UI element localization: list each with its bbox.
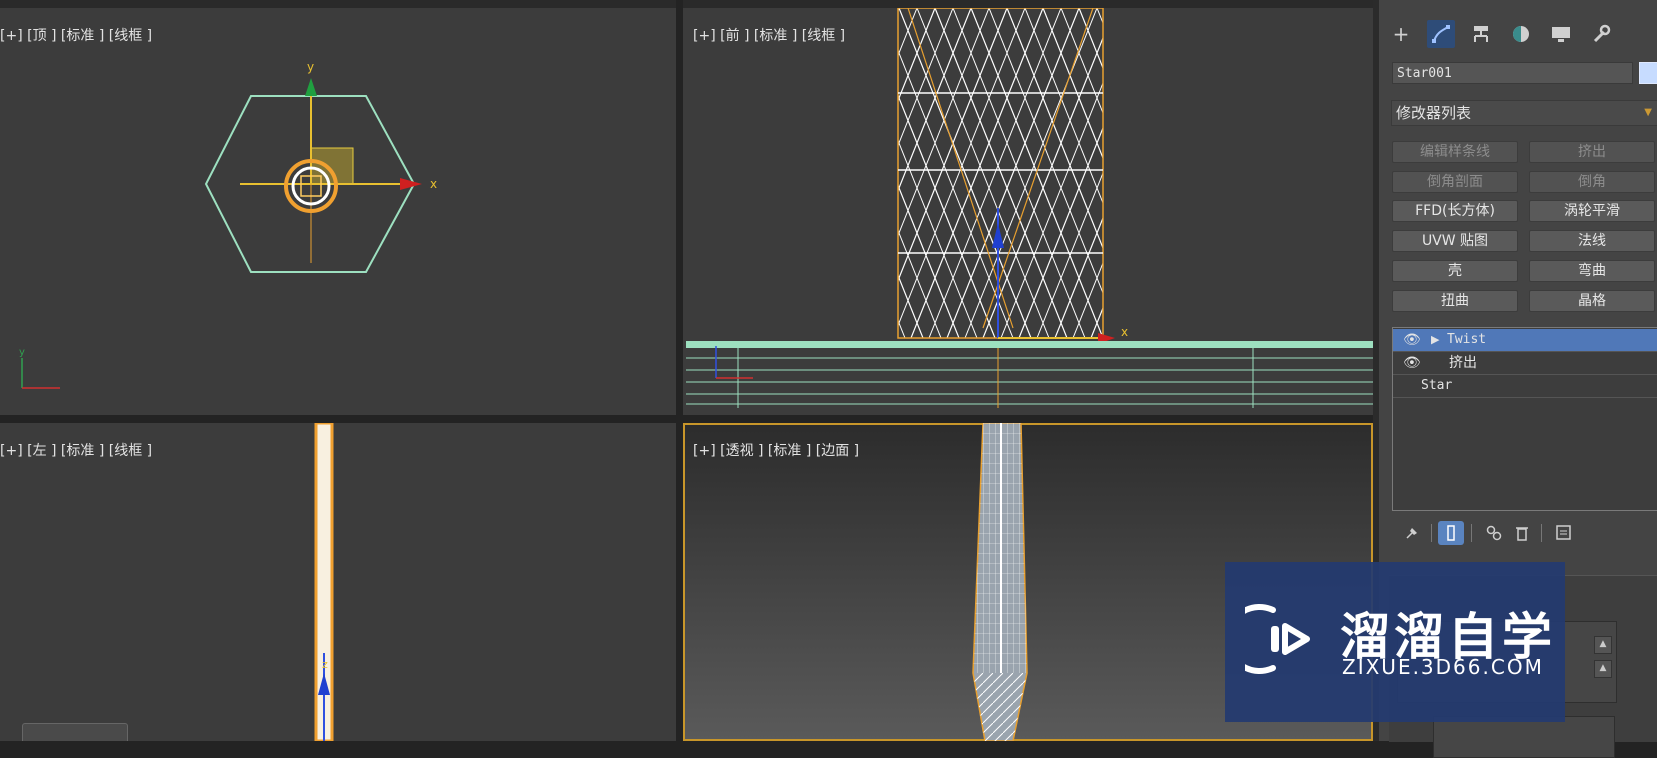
modifier-list-label: 修改器列表 [1396, 104, 1472, 122]
viewport-nav-button[interactable] [22, 723, 128, 741]
modifier-button-bend[interactable]: 弯曲 [1529, 260, 1655, 282]
gizmo-z-label-left: z [322, 658, 328, 671]
twisted-section [973, 673, 1027, 741]
viewport-divider-vertical[interactable] [676, 0, 683, 741]
hierarchy-icon[interactable] [1467, 20, 1495, 48]
gizmo-y-arrow [305, 78, 317, 96]
modifier-button-shell[interactable]: 壳 [1392, 260, 1518, 282]
eye-icon[interactable]: 👁 [1403, 352, 1421, 374]
viewport-front[interactable]: [+] [前 ] [标准 ] [线框 ] x [683, 8, 1373, 415]
spinner-bias[interactable]: ▲ [1594, 660, 1612, 678]
modifier-stack[interactable]: 👁 ▶ Twist 👁 挤出 Star [1392, 327, 1657, 511]
modifier-button-bevel-profile[interactable]: 倒角剖面 [1392, 171, 1518, 193]
front-view-scene: x [686, 8, 1373, 408]
ground-plane [686, 341, 1373, 348]
configure-sets-icon[interactable] [1551, 521, 1577, 545]
object-color-swatch[interactable] [1639, 62, 1657, 84]
pin-icon[interactable] [1399, 521, 1425, 545]
modifier-button-turbosmooth[interactable]: 涡轮平滑 [1529, 200, 1655, 222]
stack-item-label: 挤出 [1449, 355, 1477, 371]
create-icon[interactable]: + [1387, 20, 1415, 48]
eye-icon[interactable]: 👁 [1403, 329, 1421, 351]
world-axis-y-label: y [19, 347, 25, 358]
modifier-button-edit-spline[interactable]: 编辑样条线 [1392, 141, 1518, 163]
modifier-button-ffd-box[interactable]: FFD(长方体) [1392, 200, 1518, 222]
command-panel-tabs: + [1387, 14, 1657, 54]
twist-axis-group [1433, 716, 1615, 758]
utilities-icon[interactable] [1587, 20, 1615, 48]
watermark-subtitle: ZIXUE.3D66.COM [1342, 655, 1544, 679]
stack-item-extrude[interactable]: 👁 挤出 [1393, 352, 1657, 375]
gizmo-x-label: x [430, 177, 437, 191]
play-logo-icon [1245, 604, 1310, 674]
make-unique-icon[interactable] [1481, 521, 1507, 545]
modifier-button-normal[interactable]: 法线 [1529, 230, 1655, 252]
stack-item-twist[interactable]: 👁 ▶ Twist [1393, 329, 1657, 352]
viewport-toolbar-strip [0, 0, 1373, 8]
gizmo-y-label: y [307, 60, 314, 74]
watermark-overlay: 溜溜自学 ZIXUE.3D66.COM [1225, 562, 1565, 722]
toolbar-separator [1471, 524, 1472, 542]
display-icon[interactable] [1547, 20, 1575, 48]
viewport-top[interactable]: [+] [顶 ] [标准 ] [线框 ] y x y [0, 8, 676, 415]
motion-icon[interactable] [1507, 20, 1535, 48]
object-name-field[interactable]: Star001 [1392, 62, 1633, 84]
modifier-button-bevel[interactable]: 倒角 [1529, 171, 1655, 193]
toolbar-separator [1541, 524, 1542, 542]
modifier-stack-toolbar [1391, 518, 1657, 548]
modifier-button-extrude[interactable]: 挤出 [1529, 141, 1655, 163]
stack-item-label: Star [1421, 378, 1453, 393]
gizmo-plane-handle [310, 147, 354, 185]
stack-item-star[interactable]: Star [1393, 375, 1657, 398]
remove-modifier-icon[interactable] [1509, 521, 1535, 545]
viewport-left[interactable]: [+] [左 ] [标准 ] [线框 ] z [0, 423, 676, 741]
gizmo-x-label-front: x [1121, 325, 1128, 339]
modifier-list-dropdown[interactable]: 修改器列表 ▼ [1391, 100, 1657, 126]
toolbar-separator [1431, 524, 1432, 542]
left-view-scene: z [314, 423, 334, 741]
modify-icon[interactable] [1427, 20, 1455, 48]
show-end-result-icon[interactable] [1438, 521, 1464, 545]
modifier-button-uvw-map[interactable]: UVW 贴图 [1392, 230, 1518, 252]
expand-triangle-icon[interactable]: ▶ [1431, 329, 1439, 351]
dropdown-arrow-icon: ▼ [1644, 107, 1652, 118]
viewport-divider-horizontal[interactable] [0, 415, 1373, 423]
top-view-scene: y x y [19, 60, 437, 389]
modifier-button-twist[interactable]: 扭曲 [1392, 290, 1518, 312]
stack-item-label: Twist [1447, 332, 1487, 347]
spinner-angle[interactable]: ▲ [1594, 636, 1612, 654]
modifier-button-lattice[interactable]: 晶格 [1529, 290, 1655, 312]
